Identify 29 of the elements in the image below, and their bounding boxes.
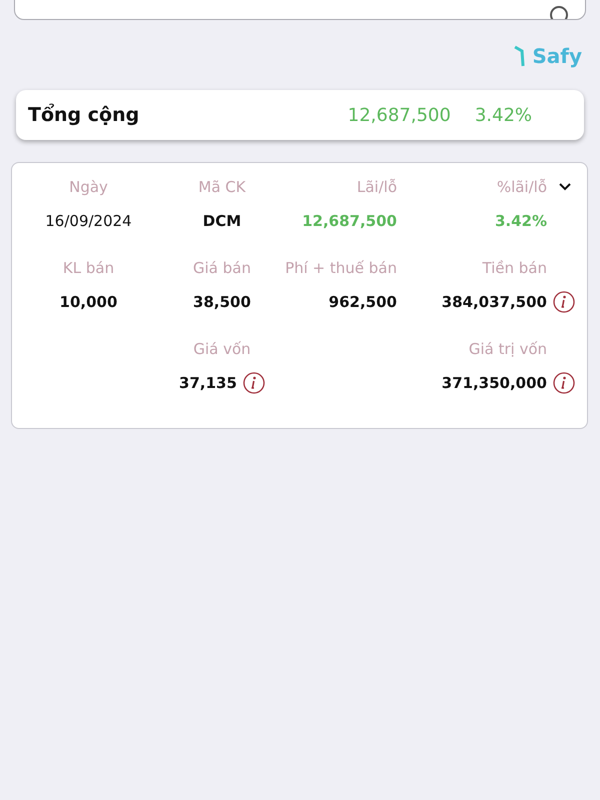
column-label: Tiền bán bbox=[482, 258, 547, 279]
cell-value: 12,687,500 bbox=[302, 212, 397, 230]
column-label: Giá trị vốn bbox=[468, 339, 547, 360]
column-label: Giá bán bbox=[193, 258, 251, 279]
total-amount: 12,687,500 bbox=[348, 104, 451, 126]
info-icon[interactable] bbox=[553, 372, 575, 394]
caret-icon[interactable] bbox=[559, 181, 571, 191]
cell-value: 37,135 bbox=[179, 374, 237, 392]
total-label: Tổng cộng bbox=[28, 104, 140, 126]
info-icon[interactable] bbox=[553, 291, 575, 313]
column-label: Giá vốn bbox=[193, 339, 251, 360]
total-percent: 3.42% bbox=[474, 104, 532, 126]
brand-name: Safy bbox=[532, 44, 582, 68]
column-label: Lãi/lỗ bbox=[356, 177, 397, 198]
cell-value: 16/09/2024 bbox=[45, 212, 132, 230]
cell-value: 371,350,000 bbox=[442, 374, 547, 392]
column-label: Ngày bbox=[69, 177, 108, 198]
column-label: Phí + thuế bán bbox=[285, 258, 397, 279]
column-label: %lãi/lỗ bbox=[496, 177, 547, 198]
info-icon[interactable] bbox=[242, 372, 265, 394]
cell-value: DCM bbox=[202, 212, 242, 230]
cell-value: 3.42% bbox=[494, 212, 547, 230]
column-label: Mã CK bbox=[198, 177, 246, 198]
cell-value: 10,000 bbox=[60, 293, 118, 311]
column-label: KL bán bbox=[62, 258, 114, 279]
cell-value: 38,500 bbox=[193, 293, 251, 311]
logo-icon bbox=[514, 45, 526, 67]
cell-value: 962,500 bbox=[328, 293, 397, 311]
cell-value: 384,037,500 bbox=[442, 293, 547, 311]
